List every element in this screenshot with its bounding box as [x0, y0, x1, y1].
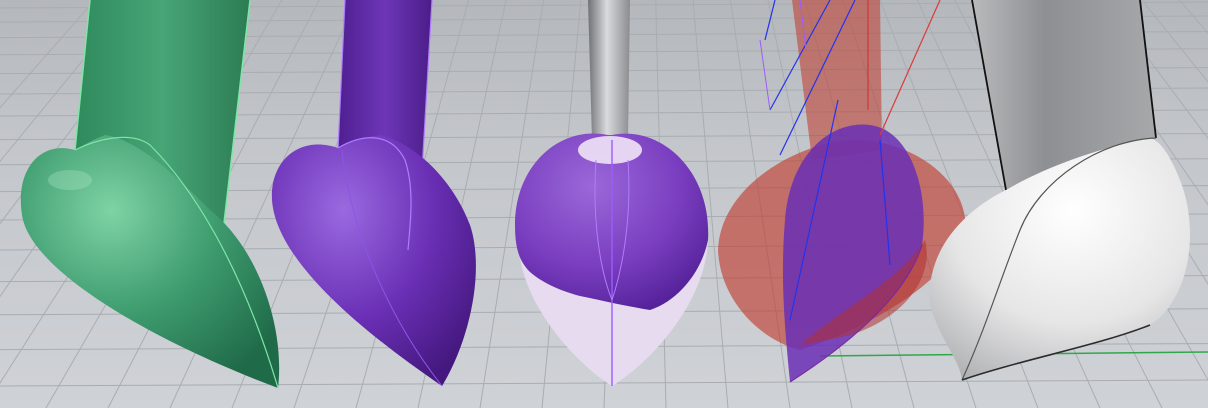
top-cap-highlight: [578, 136, 642, 164]
viewport-canvas[interactable]: [0, 0, 1208, 408]
green-lofted-bulb-object[interactable]: [20, 0, 280, 389]
purple-bulb-with-white-intersection-object[interactable]: [515, 0, 709, 386]
grey-stem-surface: [588, 0, 630, 140]
perspective-viewport[interactable]: [0, 0, 1208, 408]
purple-lofted-bulb-object[interactable]: [271, 0, 476, 387]
red-and-purple-overlap-bulb-object[interactable]: [718, 0, 966, 383]
white-lofted-bulb-object[interactable]: [929, 0, 1190, 381]
red-construction-line: [879, 0, 941, 136]
green-highlight: [48, 170, 92, 190]
